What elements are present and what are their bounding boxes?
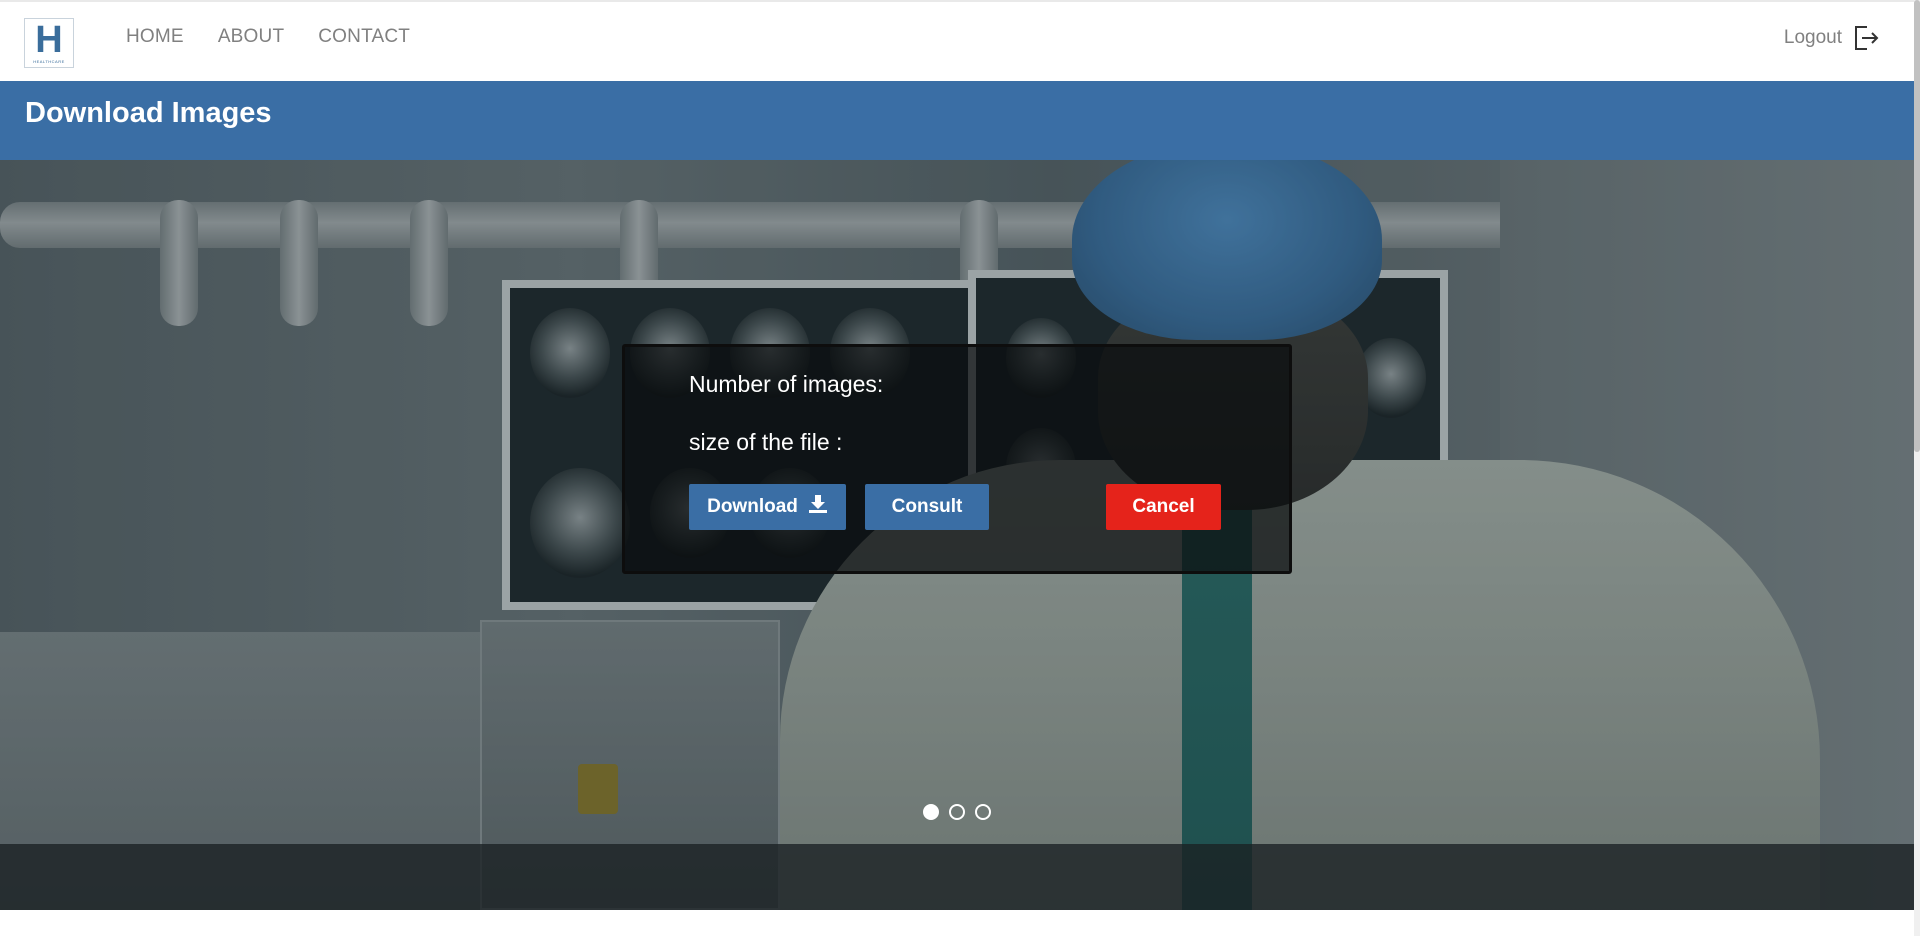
cancel-button-label: Cancel (1132, 496, 1195, 517)
hero-caption-bar (0, 844, 1914, 910)
download-icon (808, 494, 828, 520)
number-of-images-label: Number of images: (689, 371, 884, 397)
download-button[interactable]: Download (689, 484, 846, 530)
nav-link-about[interactable]: ABOUT (218, 26, 284, 48)
download-button-label: Download (707, 496, 798, 517)
cancel-button[interactable]: Cancel (1106, 484, 1221, 530)
logo-letter: H (35, 18, 63, 61)
logout-label: Logout (1783, 27, 1842, 48)
hero-carousel: Number of images: size of the file : Dow… (0, 160, 1914, 910)
consult-button[interactable]: Consult (865, 484, 989, 530)
logout-button[interactable]: Logout (1784, 24, 1880, 52)
page-scrollbar[interactable] (1914, 0, 1920, 936)
top-navbar: H HEALTHCARE HOME ABOUT CONTACT Logout (0, 0, 1914, 81)
carousel-indicators (923, 804, 991, 820)
nav-link-home[interactable]: HOME (126, 26, 184, 48)
download-dialog: Number of images: size of the file : Dow… (622, 344, 1292, 574)
carousel-dot[interactable] (949, 804, 965, 820)
logo[interactable]: H HEALTHCARE (24, 18, 74, 68)
page: H HEALTHCARE HOME ABOUT CONTACT Logout D… (0, 0, 1920, 936)
nav-link-contact[interactable]: CONTACT (318, 26, 410, 48)
scrollbar-thumb[interactable] (1914, 0, 1920, 452)
main-nav: HOME ABOUT CONTACT (126, 26, 410, 48)
logout-icon (1852, 24, 1880, 52)
logo-subtitle: HEALTHCARE (33, 58, 65, 64)
title-banner: Download Images (0, 81, 1914, 160)
consult-button-label: Consult (891, 496, 963, 517)
page-title: Download Images (25, 97, 272, 129)
file-size-label: size of the file : (689, 429, 843, 455)
carousel-dot[interactable] (923, 804, 939, 820)
carousel-dot[interactable] (975, 804, 991, 820)
